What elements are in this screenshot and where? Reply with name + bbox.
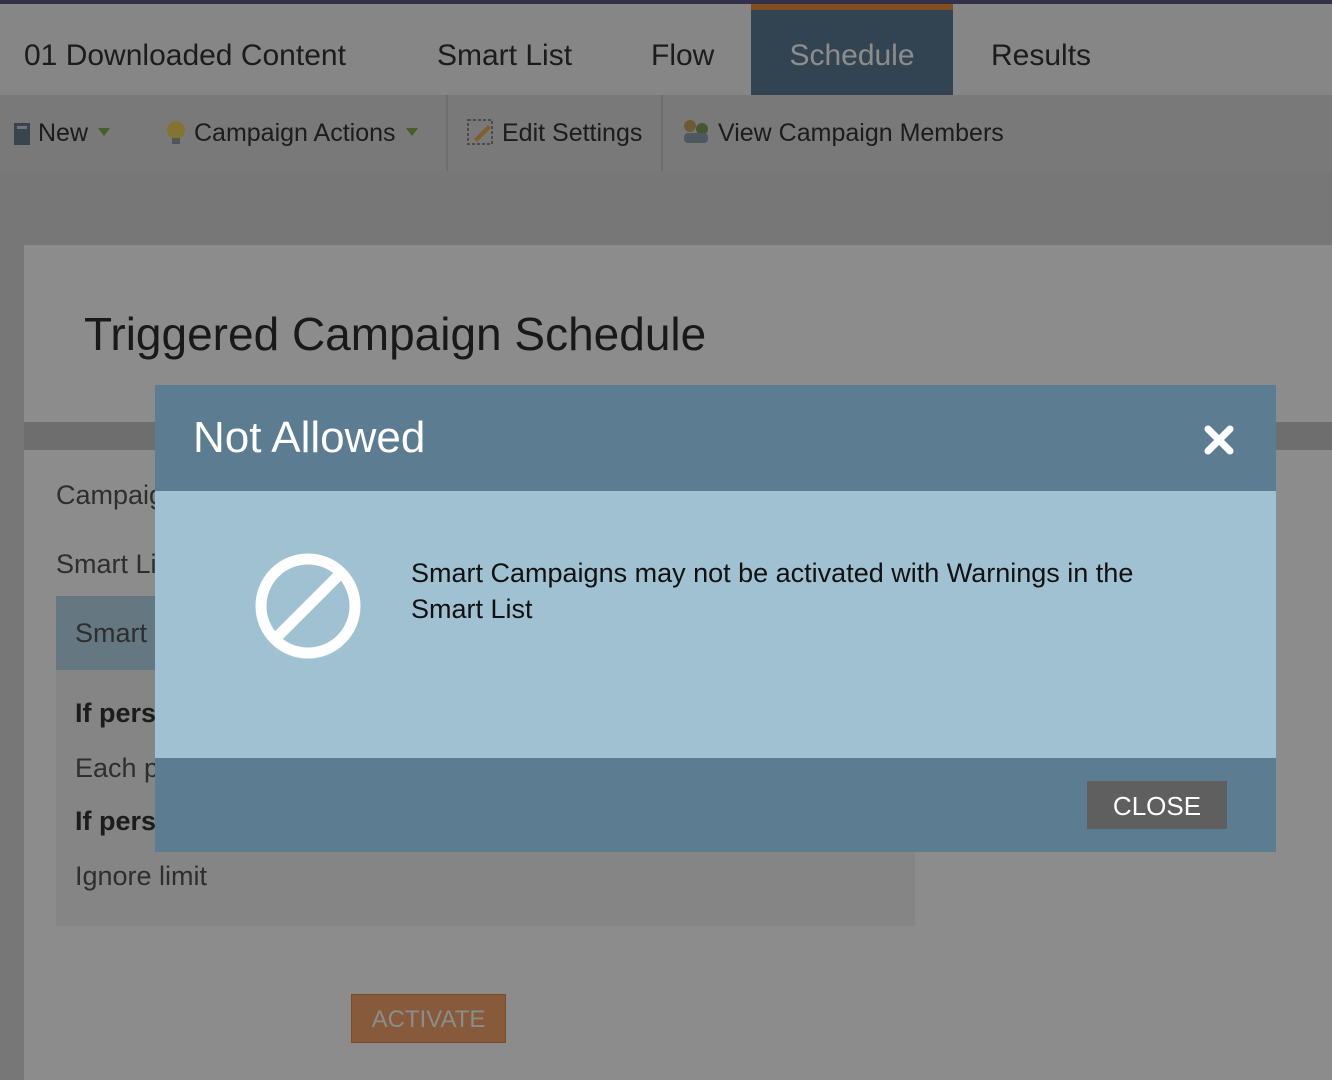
dialog-header: Not Allowed [155,385,1276,491]
close-icon[interactable] [1202,423,1236,457]
not-allowed-dialog: Not Allowed Smart Campaigns may not be a… [155,385,1276,852]
close-button[interactable]: CLOSE [1087,781,1227,829]
dialog-message: Smart Campaigns may not be activated wit… [411,558,1134,624]
dialog-body: Smart Campaigns may not be activated wit… [155,491,1276,758]
dialog-title: Not Allowed [193,413,426,462]
prohibited-icon [253,551,363,661]
dialog-footer: CLOSE [155,758,1276,852]
